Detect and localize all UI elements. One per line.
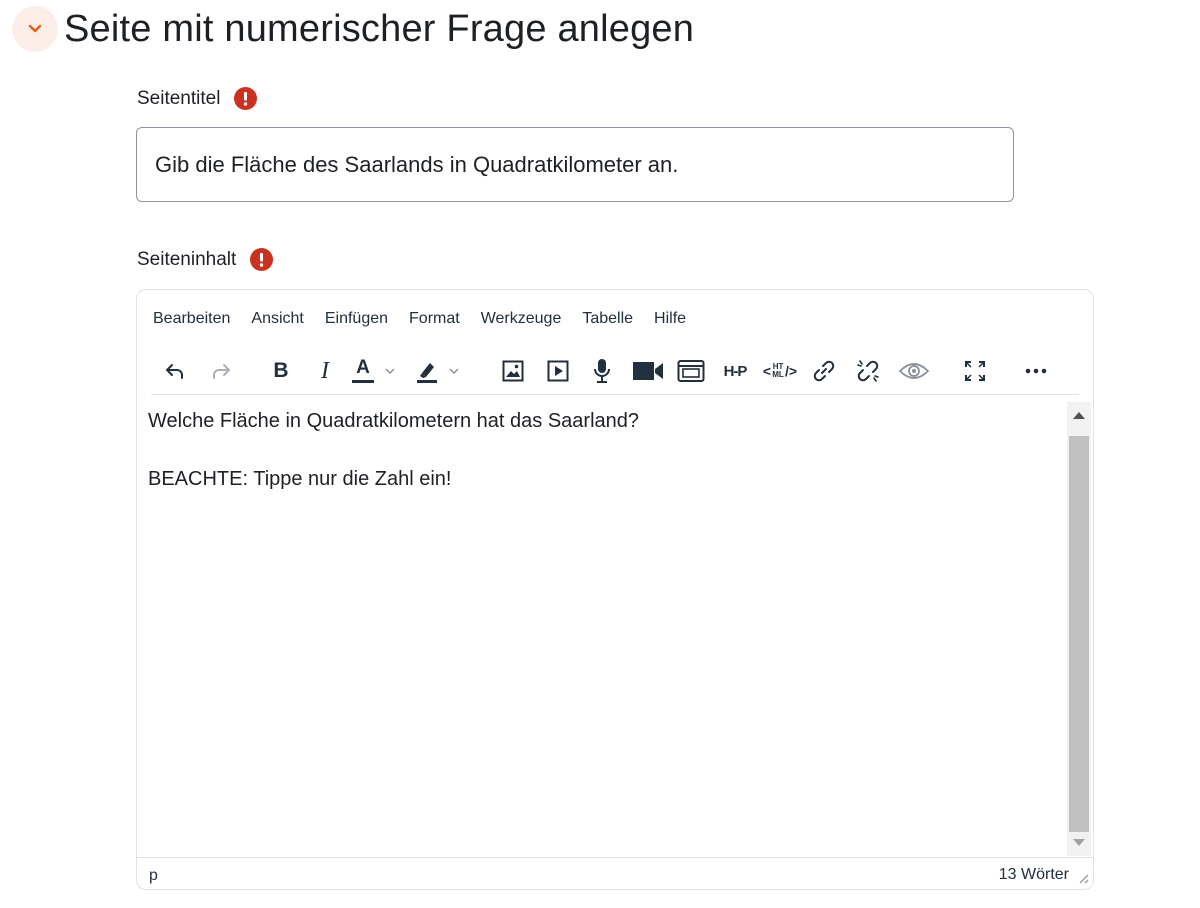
italic-icon: I — [321, 357, 329, 384]
image-icon — [502, 360, 524, 382]
menu-bearbeiten[interactable]: Bearbeiten — [153, 310, 230, 332]
scrollbar-thumb[interactable] — [1069, 436, 1089, 832]
section-title: Seite mit numerischer Frage anlegen — [64, 7, 695, 50]
scroll-up-icon[interactable] — [1073, 412, 1085, 419]
more-button[interactable] — [1019, 353, 1053, 389]
editor-statusbar: p 13 Wörter — [137, 857, 1093, 889]
editor-toolbar: B I A H-P < HTML /> — [151, 349, 1079, 395]
exclamation-circle-icon — [250, 248, 274, 271]
menu-einfuegen[interactable]: Einfügen — [325, 310, 388, 332]
content-paragraph: Welche Fläche in Quadratkilometern hat d… — [148, 410, 640, 432]
editor-scrollbar[interactable] — [1067, 402, 1091, 856]
scroll-down-icon[interactable] — [1073, 839, 1085, 846]
word-count[interactable]: 13 Wörter — [999, 866, 1069, 884]
element-path[interactable]: p — [149, 867, 158, 885]
preview-button[interactable] — [894, 353, 934, 389]
page-title-input[interactable] — [136, 127, 1014, 202]
video-camera-icon — [633, 362, 663, 380]
chevron-down-icon — [28, 24, 42, 33]
redo-button[interactable] — [204, 353, 238, 389]
link-button[interactable] — [807, 353, 841, 389]
menu-format[interactable]: Format — [409, 310, 460, 332]
content-field-label: Seiteninhalt — [137, 248, 274, 271]
link-icon — [813, 360, 835, 382]
content-label-text: Seiteninhalt — [137, 248, 237, 270]
resize-handle-icon[interactable] — [1075, 870, 1089, 884]
fullscreen-button[interactable] — [958, 353, 992, 389]
unlink-icon — [857, 360, 879, 382]
record-audio-button[interactable] — [585, 353, 619, 389]
bold-button[interactable]: B — [264, 353, 298, 389]
content-paragraph: BEACHTE: Tippe nur die Zahl ein! — [148, 468, 452, 490]
text-color-button[interactable]: A — [350, 353, 410, 389]
image-button[interactable] — [496, 353, 530, 389]
html-icon: < HTML /> — [762, 362, 798, 380]
rich-text-editor: Bearbeiten Ansicht Einfügen Format Werkz… — [136, 289, 1094, 890]
editor-content-area[interactable]: Welche Fläche in Quadratkilometern hat d… — [137, 402, 1065, 856]
preview-icon — [898, 363, 930, 379]
redo-icon — [213, 364, 230, 379]
italic-button[interactable]: I — [308, 353, 342, 389]
h5p-button[interactable]: H-P — [717, 353, 753, 389]
media-icon — [547, 360, 569, 382]
text-color-letter: A — [356, 357, 370, 378]
title-label-text: Seitentitel — [137, 87, 221, 109]
record-video-button[interactable] — [628, 353, 668, 389]
chevron-down-icon — [385, 368, 395, 375]
menu-werkzeuge[interactable]: Werkzeuge — [481, 310, 562, 332]
section-header: Seite mit numerischer Frage anlegen — [12, 4, 694, 54]
html-button[interactable]: < HTML /> — [762, 353, 798, 389]
highlight-button[interactable] — [414, 353, 474, 389]
embed-icon — [677, 360, 705, 382]
text-color-swatch — [352, 380, 374, 383]
fullscreen-icon — [965, 361, 985, 381]
collapse-button[interactable] — [12, 6, 58, 52]
embed-button[interactable] — [674, 353, 708, 389]
editor-menubar: Bearbeiten Ansicht Einfügen Format Werkz… — [153, 310, 707, 332]
menu-tabelle[interactable]: Tabelle — [582, 310, 633, 332]
menu-ansicht[interactable]: Ansicht — [251, 310, 303, 332]
html-icon-text: HTML — [772, 362, 784, 379]
text-color-icon: A — [350, 356, 376, 386]
h5p-icon: H-P — [723, 362, 748, 380]
microphone-icon — [594, 359, 610, 383]
title-field-label: Seitentitel — [137, 87, 258, 110]
bold-icon: B — [273, 359, 289, 382]
menu-hilfe[interactable]: Hilfe — [654, 310, 686, 332]
chevron-down-icon — [449, 368, 459, 375]
unlink-button[interactable] — [851, 353, 885, 389]
highlight-icon — [417, 363, 437, 383]
content-paragraph — [148, 436, 1054, 465]
undo-button[interactable] — [158, 353, 192, 389]
media-button[interactable] — [541, 353, 575, 389]
more-icon — [1025, 368, 1047, 374]
undo-icon — [166, 364, 183, 379]
exclamation-circle-icon — [234, 87, 258, 110]
